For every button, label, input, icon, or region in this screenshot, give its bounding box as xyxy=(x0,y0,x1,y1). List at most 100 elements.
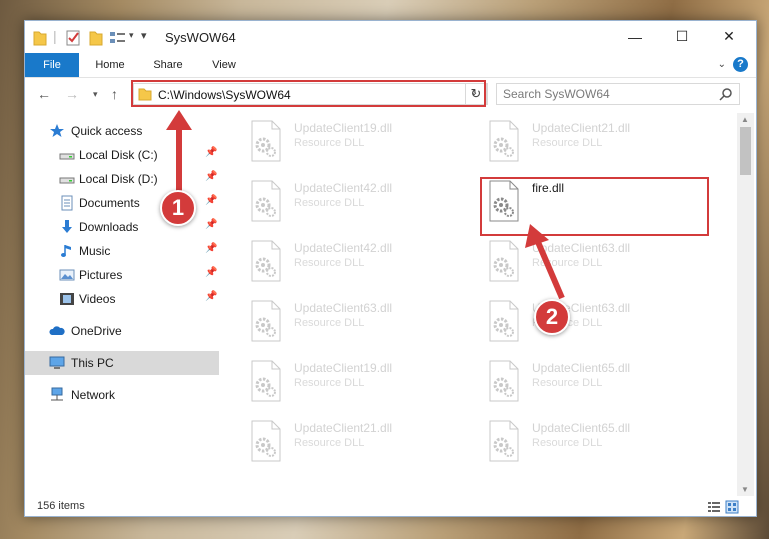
toolbar-dropdown-icon[interactable]: ▾ xyxy=(141,29,147,47)
chevron-down-icon[interactable]: ⌄ xyxy=(718,59,726,70)
file-type: Resource DLL xyxy=(532,377,603,389)
file-tile[interactable]: UpdateClient21.dll Resource DLL xyxy=(220,419,450,465)
drive-icon xyxy=(59,153,75,160)
customize-toolbar-chevron-icon[interactable]: ▾ xyxy=(129,30,134,48)
sidebar-item-label: Network xyxy=(71,388,116,402)
file-name: UpdateClient21.dll xyxy=(294,421,393,435)
view-options-icon[interactable] xyxy=(109,29,129,47)
pin-icon: 📌 xyxy=(205,243,218,254)
file-name: UpdateClient21.dll xyxy=(532,121,631,135)
status-bar: 156 items xyxy=(25,497,756,517)
star-icon xyxy=(50,124,64,137)
file-tile[interactable]: UpdateClient19.dll Resource DLL xyxy=(220,119,450,165)
recent-locations-chevron-icon[interactable]: ▾ xyxy=(93,89,98,100)
sidebar-item-label: Downloads xyxy=(79,220,139,234)
sidebar-item-label: Music xyxy=(79,244,111,258)
dll-file-icon xyxy=(251,300,281,342)
music-icon xyxy=(61,245,71,257)
pin-icon: 📌 xyxy=(205,219,218,230)
dll-file-icon xyxy=(489,420,519,462)
arrow-left-icon[interactable]: ← xyxy=(37,86,51,102)
search-input[interactable] xyxy=(503,86,703,102)
tab-file[interactable]: File xyxy=(25,53,79,77)
large-icons-view-icon[interactable] xyxy=(725,500,739,514)
ribbon-tabs: File Home Share View ⌄ ? xyxy=(25,53,756,78)
pin-icon: 📌 xyxy=(205,195,218,206)
dll-file-icon xyxy=(489,120,519,162)
sidebar-item-this-pc[interactable]: This PC xyxy=(25,351,219,375)
folder-icon[interactable] xyxy=(33,29,47,47)
download-icon xyxy=(62,220,72,233)
videos-icon xyxy=(60,293,74,305)
tab-share[interactable]: Share xyxy=(145,53,191,77)
step1-badge: 1 xyxy=(160,190,196,226)
file-type: Resource DLL xyxy=(294,377,365,389)
maximize-button[interactable]: ☐ xyxy=(659,21,705,52)
file-name: UpdateClient42.dll xyxy=(294,181,393,195)
file-type: Resource DLL xyxy=(532,137,603,149)
file-type: Resource DLL xyxy=(532,437,603,449)
scroll-up-icon[interactable]: ▲ xyxy=(741,115,749,124)
file-tile[interactable]: UpdateClient42.dll Resource DLL xyxy=(220,239,450,285)
sidebar-item-label: OneDrive xyxy=(71,324,122,338)
help-button[interactable]: ? xyxy=(733,57,748,72)
dll-file-icon xyxy=(251,420,281,462)
file-type: Resource DLL xyxy=(294,257,365,269)
sidebar-item-onedrive[interactable]: OneDrive xyxy=(25,319,219,343)
details-view-icon[interactable] xyxy=(707,500,721,514)
new-folder-icon[interactable] xyxy=(89,29,103,47)
scrollbar-thumb[interactable] xyxy=(740,127,751,175)
pin-icon: 📌 xyxy=(205,267,218,278)
file-name: UpdateClient63.dll xyxy=(294,301,393,315)
dll-file-icon xyxy=(251,360,281,402)
dll-file-icon xyxy=(251,180,281,222)
file-name: UpdateClient42.dll xyxy=(294,241,393,255)
dll-file-icon xyxy=(489,240,519,282)
sidebar-item-label: Videos xyxy=(79,292,116,306)
cloud-icon xyxy=(49,326,65,335)
vertical-scrollbar[interactable]: ▲ ▼ xyxy=(737,113,754,496)
properties-icon[interactable] xyxy=(65,29,81,47)
toolbar-separator: | xyxy=(53,28,57,44)
file-list: UpdateClient19.dll Resource DLL UpdateClie… xyxy=(220,113,736,496)
file-tile[interactable]: UpdateClient65.dll Resource DLL xyxy=(458,359,688,405)
close-button[interactable]: ✕ xyxy=(706,21,752,52)
item-count: 156 items xyxy=(37,500,85,512)
title-bar: | ▾ ▾ SysWOW64 — ☐ ✕ xyxy=(25,21,756,53)
tab-view[interactable]: View xyxy=(201,53,247,77)
sidebar-item-videos[interactable]: Videos 📌 xyxy=(25,287,219,311)
file-name: UpdateClient19.dll xyxy=(294,361,393,375)
document-icon xyxy=(61,195,73,211)
address-bar-highlight xyxy=(131,80,486,107)
file-highlight xyxy=(480,177,709,236)
pin-icon: 📌 xyxy=(205,147,218,158)
dll-file-icon xyxy=(251,240,281,282)
step2-badge: 2 xyxy=(534,299,570,335)
file-name: UpdateClient65.dll xyxy=(532,361,631,375)
file-tile[interactable]: UpdateClient42.dll Resource DLL xyxy=(220,179,450,225)
dll-file-icon xyxy=(251,120,281,162)
sidebar-item-network[interactable]: Network xyxy=(25,383,219,407)
sidebar-item-label: Local Disk (C:) xyxy=(79,148,158,162)
sidebar-item-label: Local Disk (D:) xyxy=(79,172,158,186)
search-box[interactable] xyxy=(496,83,740,105)
sidebar-item-music[interactable]: Music 📌 xyxy=(25,239,219,263)
search-icon[interactable] xyxy=(719,87,733,101)
network-icon xyxy=(51,387,63,401)
arrow-right-icon[interactable]: → xyxy=(65,86,79,102)
file-type: Resource DLL xyxy=(294,317,365,329)
window-title: SysWOW64 xyxy=(165,30,236,45)
file-tile[interactable]: UpdateClient63.dll Resource DLL xyxy=(220,299,450,345)
arrow-up-icon[interactable]: ↑ xyxy=(111,86,118,102)
file-tile[interactable]: UpdateClient65.dll Resource DLL xyxy=(458,419,688,465)
minimize-button[interactable]: — xyxy=(612,21,658,52)
computer-icon xyxy=(49,356,65,369)
file-tile[interactable]: UpdateClient21.dll Resource DLL xyxy=(458,119,688,165)
sidebar-item-pictures[interactable]: Pictures 📌 xyxy=(25,263,219,287)
file-tile[interactable]: UpdateClient19.dll Resource DLL xyxy=(220,359,450,405)
tab-home[interactable]: Home xyxy=(87,53,133,77)
file-type: Resource DLL xyxy=(294,437,365,449)
scroll-down-icon[interactable]: ▼ xyxy=(741,485,749,494)
pin-icon: 📌 xyxy=(205,291,218,302)
sidebar-item-label: This PC xyxy=(71,356,114,370)
